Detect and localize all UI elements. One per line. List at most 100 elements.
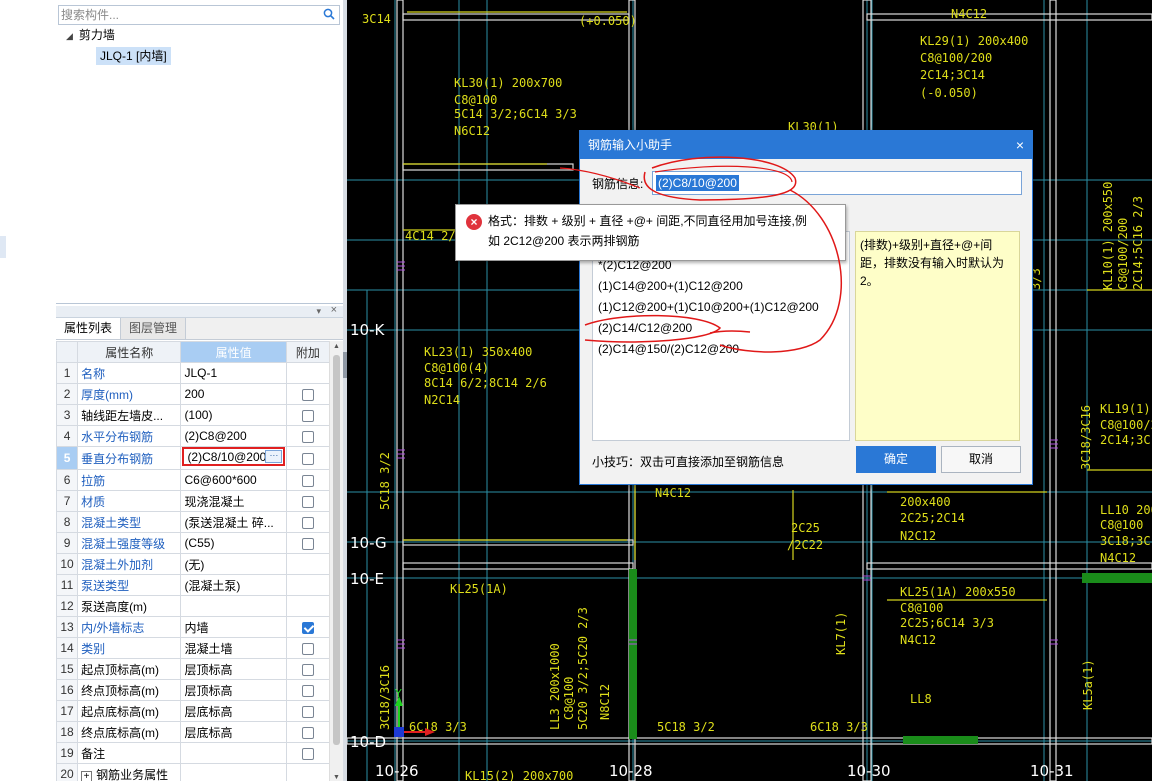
property-value[interactable] [180,763,287,781]
extra-cell [285,469,331,491]
property-value[interactable]: 内墙 [180,616,287,638]
expand-arrow-icon[interactable]: ◢ [66,31,73,41]
table-row[interactable]: 7 材质 现浇混凝土 [55,490,331,512]
table-row[interactable]: 13 内/外墙标志 内墙 [55,616,331,638]
expand-plus-icon[interactable]: + [81,770,93,781]
scroll-down-icon[interactable]: ▼ [333,774,340,781]
property-value[interactable]: (C55) [180,532,287,554]
table-row[interactable]: 8 混凝土类型 (泵送混凝土 碎... [55,511,331,533]
list-item[interactable]: (2)C14/C12@200 [598,321,692,335]
property-value[interactable]: (泵送混凝土 碎... [180,511,287,533]
extra-checkbox[interactable] [301,621,314,634]
property-name-label: 混凝土强度等级 [81,536,166,551]
extra-checkbox[interactable] [301,409,314,422]
extra-checkbox[interactable] [301,516,314,529]
pin-icon[interactable]: ▾ [316,306,321,317]
scroll-thumb[interactable] [333,355,340,745]
tree-item-label: 剪力墙 [78,28,115,42]
value-edit-box[interactable]: (2)C8/10@200 ··· [182,447,286,466]
component-tree-panel: ◢ 剪力墙 JLQ-1 [内墙] [56,0,344,304]
table-row[interactable]: 12 泵送高度(m) [55,595,331,617]
rebar-info-input[interactable]: (2)C8/10@200 [652,171,1022,195]
ok-button[interactable]: 确定 [856,446,936,473]
table-row[interactable]: 1 名称 JLQ-1 [55,362,331,384]
dialog-title-bar[interactable]: 钢筋输入小助手 × [580,131,1032,159]
table-row[interactable]: 4 水平分布钢筋 (2)C8@200 [55,425,331,447]
property-name-label: 厚度(mm) [81,387,134,402]
close-icon[interactable]: × [331,304,337,316]
search-input[interactable] [59,6,309,24]
tree-item-jlq1[interactable]: JLQ-1 [内墙] [96,47,171,65]
extra-checkbox[interactable] [301,684,314,697]
extra-checkbox[interactable] [301,474,314,487]
table-row[interactable]: 11 泵送类型 (混凝土泵) [55,574,331,596]
cad-text: C8@100/200 [1116,218,1130,290]
property-value[interactable]: 层底标高 [180,721,287,743]
table-row[interactable]: 17 起点底标高(m) 层底标高 [55,700,331,722]
close-icon[interactable]: × [1016,131,1024,159]
property-scrollbar[interactable]: ▲ ▼ [329,341,343,781]
property-value[interactable]: (混凝土泵) [180,574,287,596]
table-row[interactable]: 9 混凝土强度等级 (C55) [55,532,331,554]
extra-checkbox[interactable] [301,747,314,760]
property-value[interactable]: (100) [180,404,287,426]
property-name-label: 混凝土类型 [81,515,142,530]
search-box[interactable] [58,5,340,25]
tree-item-shear-wall[interactable]: ◢ 剪力墙 [66,27,115,44]
property-value[interactable]: (无) [180,553,287,575]
list-item[interactable]: (2)C14@150/(2)C12@200 [598,342,739,356]
table-row[interactable]: 6 拉筋 C6@600*600 [55,469,331,491]
extra-checkbox[interactable] [301,388,314,401]
table-row[interactable]: 14 类别 混凝土墙 [55,637,331,659]
extra-checkbox[interactable] [301,726,314,739]
extra-checkbox[interactable] [301,430,314,443]
extra-checkbox[interactable] [301,537,314,550]
ellipsis-button[interactable]: ··· [265,450,283,463]
property-value[interactable]: 200 [180,383,287,405]
cad-text: 5C14 3/2;6C14 3/3 [454,107,577,121]
tab-layer-management[interactable]: 图层管理 [121,318,187,339]
property-name-label: 混凝土外加剂 [81,557,154,572]
table-row[interactable]: 16 终点顶标高(m) 层顶标高 [55,679,331,701]
list-item[interactable]: (1)C14@200+(1)C12@200 [598,279,743,293]
table-row[interactable]: 20 + 钢筋业务属性 [55,763,331,781]
value-edit-text[interactable]: (2)C8/10@200 [187,450,267,464]
property-value-editing[interactable]: (2)C8/10@200 ··· [180,446,287,470]
property-value[interactable]: C6@600*600 [180,469,287,491]
search-icon[interactable] [323,8,335,20]
table-row[interactable]: 15 起点顶标高(m) 层顶标高 [55,658,331,680]
extra-checkbox[interactable] [301,663,314,676]
table-row[interactable]: 18 终点底标高(m) 层底标高 [55,721,331,743]
property-value[interactable]: 混凝土墙 [180,637,287,659]
tab-property-list[interactable]: 属性列表 [56,318,122,339]
cancel-button[interactable]: 取消 [941,446,1021,473]
table-row[interactable]: 5 垂直分布钢筋 (2)C8/10@200 ··· [55,446,331,470]
property-value[interactable]: 层顶标高 [180,658,287,680]
rebar-example-list[interactable]: *(2)C12@200 (1)C14@200+(1)C12@200 (1)C12… [592,231,850,441]
property-value[interactable]: (2)C8@200 [180,425,287,447]
property-value[interactable]: 层底标高 [180,700,287,722]
property-value[interactable]: 现浇混凝土 [180,490,287,512]
list-item[interactable]: (1)C12@200+(1)C10@200+(1)C12@200 [598,300,819,314]
table-row[interactable]: 3 轴线距左墙皮... (100) [55,404,331,426]
cad-text: C8@100 [454,93,497,107]
property-value[interactable] [180,595,287,617]
extra-checkbox[interactable] [301,705,314,718]
property-value[interactable]: 层顶标高 [180,679,287,701]
axis-label-10d: 10-D [350,733,386,751]
table-row[interactable]: 2 厚度(mm) 200 [55,383,331,405]
error-icon: × [466,214,482,230]
row-number: 18 [55,721,79,743]
extra-checkbox[interactable] [301,495,314,508]
extra-cell [285,595,331,617]
table-row[interactable]: 10 混凝土外加剂 (无) [55,553,331,575]
property-value[interactable] [180,742,287,764]
scroll-up-icon[interactable]: ▲ [333,343,340,350]
extra-checkbox[interactable] [301,642,314,655]
cad-text: KL25(1A) 200x550 [900,585,1016,599]
extra-checkbox[interactable] [301,452,314,465]
table-row[interactable]: 19 备注 [55,742,331,764]
property-value[interactable]: JLQ-1 [180,362,287,384]
property-name-label: 起点底标高(m) [81,704,160,719]
cad-text: 6C18 3/3 [810,720,868,734]
